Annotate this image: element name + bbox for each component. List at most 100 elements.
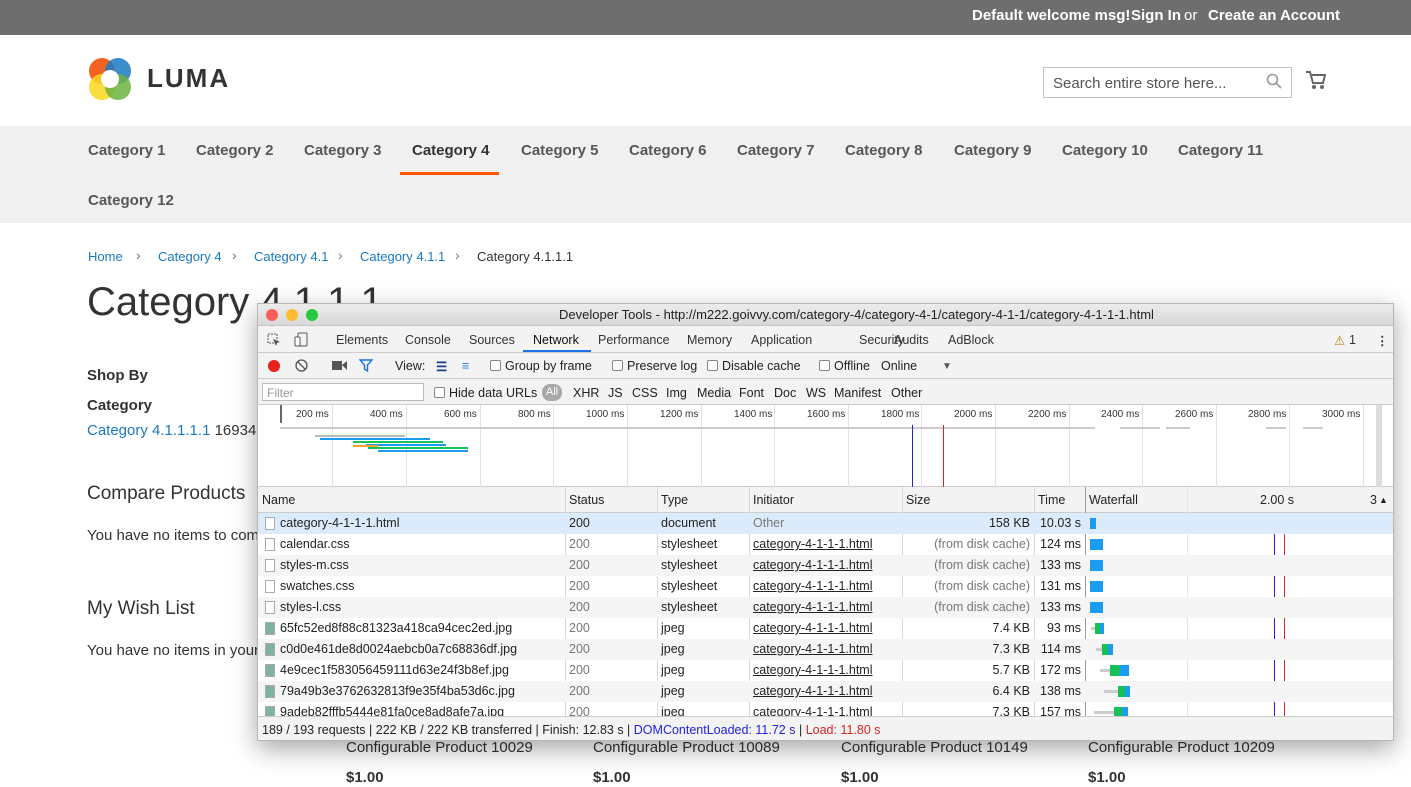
filter-icon[interactable] (359, 359, 373, 372)
request-initiator[interactable]: category-4-1-1-1.html (753, 537, 873, 551)
nav-item-category-11[interactable]: Category 11 (1178, 142, 1263, 159)
request-initiator[interactable]: category-4-1-1-1.html (753, 621, 873, 635)
nav-item-category-5[interactable]: Category 5 (521, 142, 599, 159)
nav-item-category-9[interactable]: Category 9 (954, 142, 1032, 159)
search-icon[interactable] (1266, 73, 1282, 89)
request-initiator[interactable]: category-4-1-1-1.html (753, 642, 873, 656)
large-rows-icon[interactable]: ☰ (436, 359, 447, 374)
network-overview[interactable]: 200 ms 400 ms 600 ms 800 ms 1000 ms 1200… (258, 405, 1393, 487)
filter-type-xhr[interactable]: XHR (573, 386, 599, 400)
waterfall-sort-label[interactable]: 3 (1370, 493, 1377, 507)
request-initiator[interactable]: category-4-1-1-1.html (753, 558, 873, 572)
product-name[interactable]: Configurable Product 10089 (593, 739, 780, 756)
request-initiator[interactable]: category-4-1-1-1.html (753, 684, 873, 698)
request-row[interactable]: swatches.css 200 stylesheet category-4-1-1-… (258, 576, 1393, 597)
column-waterfall[interactable]: Waterfall (1089, 493, 1138, 507)
close-icon[interactable] (266, 309, 278, 321)
preserve-log-checkbox[interactable]: Preserve log (612, 359, 697, 373)
filter-type-doc[interactable]: Doc (774, 386, 796, 400)
nav-item-category-8[interactable]: Category 8 (845, 142, 923, 159)
tab-network[interactable]: Network (533, 333, 579, 347)
tab-memory[interactable]: Memory (687, 333, 732, 347)
column-size[interactable]: Size (906, 493, 930, 507)
maximize-icon[interactable] (306, 309, 318, 321)
breadcrumb-category-4-1[interactable]: Category 4.1 (254, 249, 328, 264)
screenshot-camera-icon[interactable] (332, 360, 347, 371)
sort-ascending-icon[interactable]: ▲ (1379, 495, 1388, 505)
device-toolbar-icon[interactable] (294, 332, 308, 347)
tab-elements[interactable]: Elements (336, 333, 388, 347)
overview-handle[interactable] (280, 405, 282, 423)
filter-type-media[interactable]: Media (697, 386, 731, 400)
request-row[interactable]: styles-m.css 200 stylesheet category-4-1-1-… (258, 555, 1393, 576)
product-name[interactable]: Configurable Product 10149 (841, 739, 1028, 756)
breadcrumb-category-4[interactable]: Category 4 (158, 249, 222, 264)
disable-cache-checkbox[interactable]: Disable cache (707, 359, 801, 373)
product-name[interactable]: Configurable Product 10209 (1088, 739, 1275, 756)
tab-performance[interactable]: Performance (598, 333, 670, 347)
offline-checkbox[interactable]: Offline (819, 359, 870, 373)
request-row[interactable]: styles-l.css 200 stylesheet category-4-1-1-… (258, 597, 1393, 618)
overview-scrollbar[interactable] (1376, 405, 1382, 487)
nav-item-category-12[interactable]: Category 12 (88, 192, 174, 209)
request-row[interactable]: category-4-1-1-1.html 200 document Other 158… (258, 513, 1393, 534)
devtools-titlebar[interactable]: Developer Tools - http://m222.goivvy.com… (258, 304, 1393, 326)
filter-type-other[interactable]: Other (891, 386, 922, 400)
sign-in-link[interactable]: Sign In (1131, 7, 1181, 24)
nav-item-category-7[interactable]: Category 7 (737, 142, 815, 159)
tab-sources[interactable]: Sources (469, 333, 515, 347)
warning-icon[interactable]: ⚠ (1334, 333, 1345, 348)
request-row[interactable]: c0d0e461de8d0024aebcb0a7c68836df.jpg 200 j… (258, 639, 1393, 660)
minimize-icon[interactable] (286, 309, 298, 321)
nav-item-category-1[interactable]: Category 1 (88, 142, 166, 159)
breadcrumb-home[interactable]: Home (88, 249, 123, 264)
tab-adblock[interactable]: AdBlock (948, 333, 994, 347)
tab-audits[interactable]: Audits (894, 333, 929, 347)
filter-type-css[interactable]: CSS (632, 386, 658, 400)
chevron-down-icon[interactable]: ▼ (942, 361, 952, 372)
column-initiator[interactable]: Initiator (753, 493, 794, 507)
column-status[interactable]: Status (569, 493, 604, 507)
tab-console[interactable]: Console (405, 333, 451, 347)
hide-data-urls-checkbox[interactable]: Hide data URLs (434, 386, 537, 400)
filter-type-ws[interactable]: WS (806, 386, 826, 400)
request-row[interactable]: calendar.css 200 stylesheet category-4-1-1-… (258, 534, 1393, 555)
filter-type-all[interactable]: All (542, 384, 562, 401)
tab-application[interactable]: Application (751, 333, 812, 347)
category-filter-link[interactable]: Category 4.1.1.1.1 (87, 422, 210, 439)
luma-logo-icon[interactable] (88, 57, 132, 101)
throttling-select[interactable]: Online (881, 359, 917, 373)
request-row[interactable]: 79a49b3e3762632813f9e35f4ba53d6c.jpg 200 j… (258, 681, 1393, 702)
waterfall-view-icon[interactable]: ≡ (462, 359, 469, 373)
column-time[interactable]: Time (1038, 493, 1065, 507)
nav-item-category-2[interactable]: Category 2 (196, 142, 274, 159)
warning-count[interactable]: 1 (1349, 333, 1356, 347)
column-type[interactable]: Type (661, 493, 688, 507)
request-initiator[interactable]: category-4-1-1-1.html (753, 663, 873, 677)
inspect-element-icon[interactable] (267, 333, 281, 347)
nav-item-category-3[interactable]: Category 3 (304, 142, 382, 159)
nav-item-category-4[interactable]: Category 4 (412, 142, 490, 159)
nav-item-category-6[interactable]: Category 6 (629, 142, 707, 159)
nav-item-category-10[interactable]: Category 10 (1062, 142, 1148, 159)
filter-type-font[interactable]: Font (739, 386, 764, 400)
cart-icon[interactable] (1305, 70, 1327, 90)
search-input[interactable]: Search entire store here... (1043, 67, 1292, 98)
filter-type-img[interactable]: Img (666, 386, 687, 400)
more-options-icon[interactable]: ⋮ (1376, 333, 1389, 348)
group-by-frame-checkbox[interactable]: Group by frame (490, 359, 592, 373)
request-row[interactable]: 65fc52ed8f88c81323a418ca94cec2ed.jpg 200 j… (258, 618, 1393, 639)
filter-input[interactable]: Filter (262, 383, 424, 401)
filter-type-manifest[interactable]: Manifest (834, 386, 881, 400)
filter-type-js[interactable]: JS (608, 386, 623, 400)
product-name[interactable]: Configurable Product 10029 (346, 739, 533, 756)
logo-text[interactable]: LUMA (147, 63, 230, 94)
request-initiator[interactable]: category-4-1-1-1.html (753, 600, 873, 614)
request-initiator[interactable]: category-4-1-1-1.html (753, 579, 873, 593)
record-icon[interactable] (268, 360, 280, 372)
column-name[interactable]: Name (262, 493, 295, 507)
request-row[interactable]: 4e9cec1f583056459111d63e24f3b8ef.jpg 200 j… (258, 660, 1393, 681)
clear-icon[interactable] (295, 359, 308, 372)
breadcrumb-category-4-1-1[interactable]: Category 4.1.1 (360, 249, 445, 264)
create-account-link[interactable]: Create an Account (1208, 7, 1340, 24)
